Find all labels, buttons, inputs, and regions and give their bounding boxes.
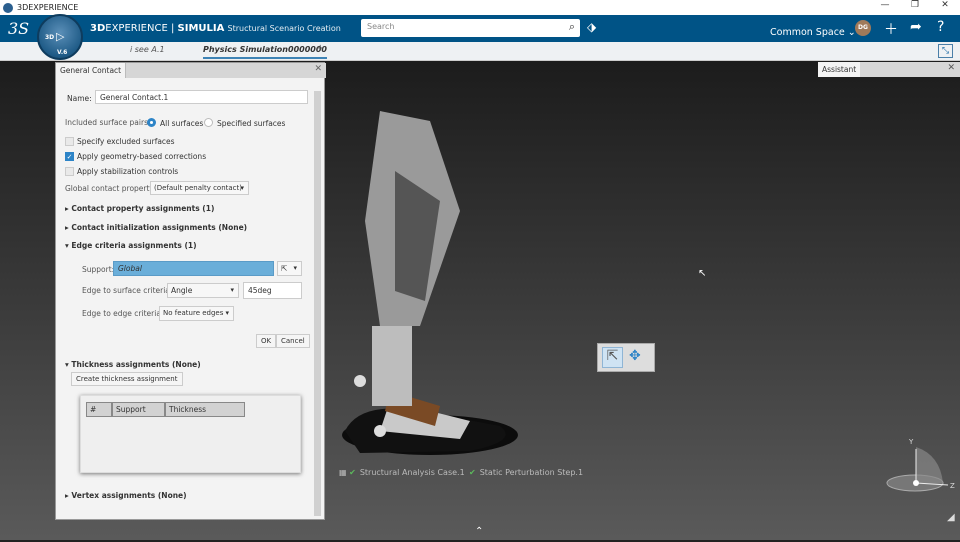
checkbox-stabilization[interactable] xyxy=(65,167,74,176)
check-icon: ✔ xyxy=(469,468,476,477)
app-title: 3DEXPERIENCE | SIMULIA Structural Scenar… xyxy=(90,23,341,34)
minimize-button[interactable]: — xyxy=(870,0,900,10)
play-icon[interactable]: ▷ xyxy=(56,30,64,43)
specified-surfaces-label: Specified surfaces xyxy=(217,119,286,128)
assistant-title[interactable]: Assistant xyxy=(818,62,861,77)
close-dialog-icon[interactable]: ✕ xyxy=(314,64,322,74)
add-icon[interactable]: ＋ xyxy=(884,19,898,39)
tab-physics-simulation[interactable]: Physics Simulation0000000 xyxy=(203,45,327,59)
pairs-label: Included surface pairs: xyxy=(65,118,151,127)
ankle-body xyxy=(372,326,412,406)
restore-button[interactable]: ❐ xyxy=(900,0,930,10)
excluded-surfaces-label: Specify excluded surfaces xyxy=(77,137,175,146)
tab-bar: i see A.1 Physics Simulation0000000 + ⤡ xyxy=(0,42,960,61)
assistant-panel: Assistant ✕ xyxy=(818,62,960,77)
help-icon[interactable]: ? xyxy=(937,19,944,35)
share-icon[interactable]: ➦ xyxy=(910,19,922,35)
create-thickness-button[interactable]: Create thickness assignment xyxy=(71,372,183,386)
ok-button[interactable]: OK xyxy=(256,334,277,348)
z-label: Z xyxy=(950,482,955,490)
tag-icon[interactable]: ⬗ xyxy=(587,20,596,34)
section-thickness[interactable]: ▾ Thickness assignments (None) xyxy=(65,360,201,369)
window-titlebar: 3DEXPERIENCE — ❐ ✕ xyxy=(0,0,960,15)
dialog-scrollbar[interactable] xyxy=(314,91,321,516)
support-field[interactable]: Global xyxy=(113,261,274,276)
column-header-support[interactable]: Support xyxy=(112,402,165,417)
support-label: Support: xyxy=(82,265,115,274)
radio-specified-surfaces[interactable] xyxy=(204,118,213,127)
global-prop-label: Global contact property: xyxy=(65,184,156,193)
section-contact-property[interactable]: ▸ Contact property assignments (1) xyxy=(65,204,214,213)
avatar[interactable]: DG xyxy=(855,20,871,36)
e2e-dropdown[interactable]: No feature edges xyxy=(159,306,234,321)
ds-logo-icon[interactable]: 3S xyxy=(8,19,29,38)
search-input[interactable]: Search ⌕ xyxy=(361,19,580,37)
resize-handle-icon[interactable]: ◢ xyxy=(947,512,955,523)
e2s-angle-input[interactable]: 45deg xyxy=(243,282,302,299)
space-selector[interactable]: Common Space ⌄ xyxy=(770,27,856,38)
e2e-label: Edge to edge criteria: xyxy=(82,309,164,318)
section-vertex[interactable]: ▸ Vertex assignments (None) xyxy=(65,491,187,500)
global-prop-dropdown[interactable]: (Default penalty contact) xyxy=(150,181,249,195)
axis-triad[interactable]: Y Z xyxy=(880,435,960,495)
checkbox-geometry-corrections[interactable]: ✓ xyxy=(65,152,74,161)
cursor-icon: ⇱ xyxy=(281,264,288,273)
column-header-thickness[interactable]: Thickness xyxy=(165,402,245,417)
check-icon: ✔ xyxy=(349,468,356,477)
section-edge-criteria[interactable]: ▾ Edge criteria assignments (1) xyxy=(65,241,197,250)
e2s-label: Edge to surface criteria: xyxy=(82,286,173,295)
status-perturbation-step[interactable]: ✔ Static Perturbation Step.1 xyxy=(469,468,583,477)
status-analysis-case[interactable]: ▦ ✔ Structural Analysis Case.1 xyxy=(339,468,465,477)
radio-all-surfaces[interactable] xyxy=(147,118,156,127)
y-label: Y xyxy=(908,438,914,446)
general-contact-dialog: General Contact ✕ Name: General Contact.1… xyxy=(55,62,326,520)
collapse-icon[interactable]: ⤡ xyxy=(938,44,953,58)
expand-up-icon[interactable]: ⌃ xyxy=(475,526,483,537)
search-icon[interactable]: ⌕ xyxy=(569,20,575,34)
thickness-table: # Support Thickness xyxy=(80,395,301,473)
dialog-title: General Contact xyxy=(56,63,127,78)
column-header-number[interactable]: # xyxy=(86,402,112,417)
name-input[interactable]: General Contact.1 xyxy=(95,90,308,104)
grid-icon: ▦ xyxy=(339,468,350,477)
e2s-dropdown[interactable]: Angle xyxy=(167,283,239,298)
compass-widget[interactable]: 3D ▷ V.6 xyxy=(37,14,83,60)
checkbox-excluded-surfaces[interactable] xyxy=(65,137,74,146)
cancel-button[interactable]: Cancel xyxy=(276,334,310,348)
name-label: Name: xyxy=(67,94,92,103)
selection-toolbar: ⇱ ✥ xyxy=(597,343,655,372)
robot-move-icon[interactable]: ✥ xyxy=(629,348,641,364)
window-title: 3DEXPERIENCE xyxy=(17,3,79,12)
select-pointer-icon[interactable]: ⇱ xyxy=(602,347,623,368)
stabilization-label: Apply stabilization controls xyxy=(77,167,179,176)
close-assistant-icon[interactable]: ✕ xyxy=(947,63,955,73)
app-header: 3S 3DEXPERIENCE | SIMULIA Structural Sce… xyxy=(0,15,960,42)
mouse-cursor-icon: ↖ xyxy=(698,268,707,279)
all-surfaces-label: All surfaces xyxy=(160,119,204,128)
app-logo-icon xyxy=(3,2,13,13)
tab-i-see[interactable]: i see A.1 xyxy=(130,45,165,54)
close-window-button[interactable]: ✕ xyxy=(930,0,960,10)
add-tab-button[interactable]: + xyxy=(316,43,324,54)
select-mode-dropdown[interactable]: ⇱ xyxy=(277,261,302,276)
geometry-corrections-label: Apply geometry-based corrections xyxy=(77,152,207,161)
triad-arc xyxy=(916,447,943,483)
section-contact-init[interactable]: ▸ Contact initialization assignments (No… xyxy=(65,223,247,232)
